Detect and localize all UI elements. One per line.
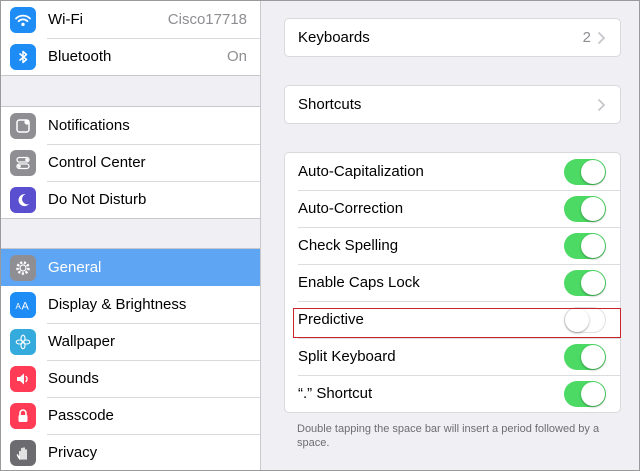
shortcuts-label: Shortcuts: [298, 96, 362, 113]
period-shortcut-label: “.” Shortcut: [298, 385, 373, 402]
privacy-hand-icon: [10, 439, 36, 466]
keyboard-settings-pane: Keyboards 2 Shortcuts Auto-Capitalizatio…: [261, 1, 639, 470]
sounds-icon: [10, 365, 36, 392]
period-shortcut-footnote: Double tapping the space bar will insert…: [297, 423, 600, 449]
notifications-icon: [10, 112, 36, 139]
sidebar-item-label: Notifications: [48, 117, 130, 134]
sidebar-item-sounds[interactable]: Sounds: [1, 360, 260, 397]
sidebar-item-label: Do Not Disturb: [48, 191, 147, 208]
display-brightness-icon: AA: [10, 291, 36, 318]
auto-correction-row: Auto-Correction: [285, 190, 620, 227]
predictive-toggle[interactable]: [564, 306, 606, 333]
sidebar-item-wallpaper[interactable]: Wallpaper: [1, 323, 260, 360]
predictive-label: Predictive: [298, 311, 364, 328]
period-shortcut-row: “.” Shortcut: [285, 375, 620, 412]
auto-capitalization-row: Auto-Capitalization: [285, 153, 620, 190]
settings-window: Wi-Fi Cisco17718 Bluetooth On Notificati…: [0, 0, 640, 471]
keyboard-toggles-group: Auto-Capitalization Auto-Correction Chec…: [284, 152, 621, 413]
gear-icon: [10, 254, 36, 281]
sidebar-item-label: General: [48, 259, 102, 276]
sidebar-group-general: General AA Display & Brightness Wallpape…: [1, 248, 260, 470]
sidebar-item-notifications[interactable]: Notifications: [1, 107, 260, 144]
split-keyboard-label: Split Keyboard: [298, 348, 396, 365]
split-keyboard-row: Split Keyboard: [285, 338, 620, 375]
wifi-network-value: Cisco17718: [167, 11, 247, 28]
period-shortcut-toggle[interactable]: [564, 380, 606, 407]
shortcuts-group: Shortcuts: [284, 85, 621, 124]
predictive-row: Predictive: [285, 301, 620, 338]
split-keyboard-toggle[interactable]: [564, 343, 606, 370]
sidebar-item-wifi[interactable]: Wi-Fi Cisco17718: [1, 1, 260, 38]
auto-capitalization-toggle[interactable]: [564, 158, 606, 185]
sidebar-item-display-brightness[interactable]: AA Display & Brightness: [1, 286, 260, 323]
chevron-right-icon: [597, 98, 606, 111]
sidebar-group-system: Notifications Control Center Do Not Dist…: [1, 106, 260, 219]
toggle-knob: [565, 307, 589, 332]
moon-icon: [10, 186, 36, 213]
enable-caps-lock-label: Enable Caps Lock: [298, 274, 420, 291]
passcode-lock-icon: [10, 402, 36, 429]
sidebar-item-passcode[interactable]: Passcode: [1, 397, 260, 434]
auto-correction-toggle[interactable]: [564, 195, 606, 222]
sidebar-item-label: Display & Brightness: [48, 296, 187, 313]
auto-capitalization-label: Auto-Capitalization: [298, 163, 424, 180]
sidebar-item-do-not-disturb[interactable]: Do Not Disturb: [1, 181, 260, 218]
keyboards-label: Keyboards: [298, 29, 370, 46]
check-spelling-label: Check Spelling: [298, 237, 399, 254]
auto-correction-label: Auto-Correction: [298, 200, 404, 217]
toggle-knob: [581, 196, 605, 221]
bluetooth-status-value: On: [226, 48, 247, 65]
enable-caps-lock-row: Enable Caps Lock: [285, 264, 620, 301]
sidebar-item-label: Wi-Fi: [48, 11, 83, 28]
sidebar-item-label: Control Center: [48, 154, 146, 171]
toggle-knob: [581, 344, 605, 369]
wifi-icon: [10, 6, 36, 33]
toggle-knob: [581, 159, 605, 184]
sidebar-item-label: Wallpaper: [48, 333, 115, 350]
sidebar-item-label: Privacy: [48, 444, 98, 461]
keyboards-count: 2: [582, 29, 591, 46]
sidebar-item-privacy[interactable]: Privacy: [1, 434, 260, 470]
sidebar-item-label: Sounds: [48, 370, 99, 387]
control-center-icon: [10, 149, 36, 176]
toggle-knob: [581, 381, 605, 406]
sidebar-item-label: Bluetooth: [48, 48, 112, 65]
sidebar-group-connectivity: Wi-Fi Cisco17718 Bluetooth On: [1, 1, 260, 76]
settings-sidebar: Wi-Fi Cisco17718 Bluetooth On Notificati…: [1, 1, 261, 470]
check-spelling-toggle[interactable]: [564, 232, 606, 259]
wallpaper-icon: [10, 328, 36, 355]
check-spelling-row: Check Spelling: [285, 227, 620, 264]
enable-caps-lock-toggle[interactable]: [564, 269, 606, 296]
svg-text:A: A: [22, 300, 30, 312]
shortcuts-row[interactable]: Shortcuts: [285, 86, 620, 123]
sidebar-item-label: Passcode: [48, 407, 114, 424]
toggle-knob: [581, 270, 605, 295]
sidebar-item-general[interactable]: General: [1, 249, 260, 286]
sidebar-item-control-center[interactable]: Control Center: [1, 144, 260, 181]
toggle-knob: [581, 233, 605, 258]
sidebar-item-bluetooth[interactable]: Bluetooth On: [1, 38, 260, 75]
keyboards-group: Keyboards 2: [284, 18, 621, 57]
chevron-right-icon: [597, 31, 606, 44]
keyboards-row[interactable]: Keyboards 2: [285, 19, 620, 56]
bluetooth-icon: [10, 43, 36, 70]
